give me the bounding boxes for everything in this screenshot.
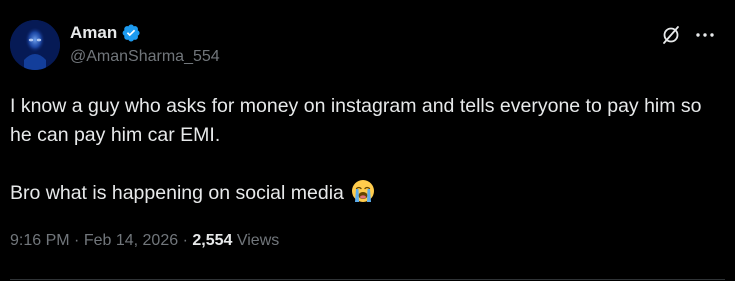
loudly-crying-face-emoji-icon: [351, 179, 375, 203]
tweet-text-line2-text: Bro what is happening on social media: [10, 182, 344, 204]
name-row: Aman: [70, 22, 220, 44]
meta-separator: ·: [74, 232, 80, 249]
tweet[interactable]: Aman @AmanSharma_554 I know a guy who as…: [0, 0, 735, 281]
meta-separator: ·: [182, 232, 188, 249]
handle[interactable]: @AmanSharma_554: [70, 48, 220, 66]
verified-badge-icon[interactable]: [121, 23, 141, 43]
more-horizontal-icon[interactable]: [694, 26, 716, 44]
tweet-text-line2: Bro what is happening on social media: [10, 179, 720, 208]
views-count[interactable]: 2,554: [192, 232, 232, 249]
avatar[interactable]: [10, 20, 60, 70]
tweet-time[interactable]: 9:16 PM: [10, 232, 70, 249]
divider: [10, 279, 725, 280]
display-name[interactable]: Aman: [70, 23, 117, 43]
author-info: Aman @AmanSharma_554: [70, 22, 220, 66]
views-label[interactable]: Views: [237, 232, 279, 249]
avatar-image: [10, 20, 60, 70]
grok-icon[interactable]: [660, 24, 682, 46]
tweet-text: I know a guy who asks for money on insta…: [10, 92, 720, 208]
tweet-date[interactable]: Feb 14, 2026: [84, 232, 178, 249]
tweet-meta: 9:16 PM · Feb 14, 2026 · 2,554 Views: [10, 232, 279, 250]
tweet-text-line1: I know a guy who asks for money on insta…: [10, 95, 702, 146]
